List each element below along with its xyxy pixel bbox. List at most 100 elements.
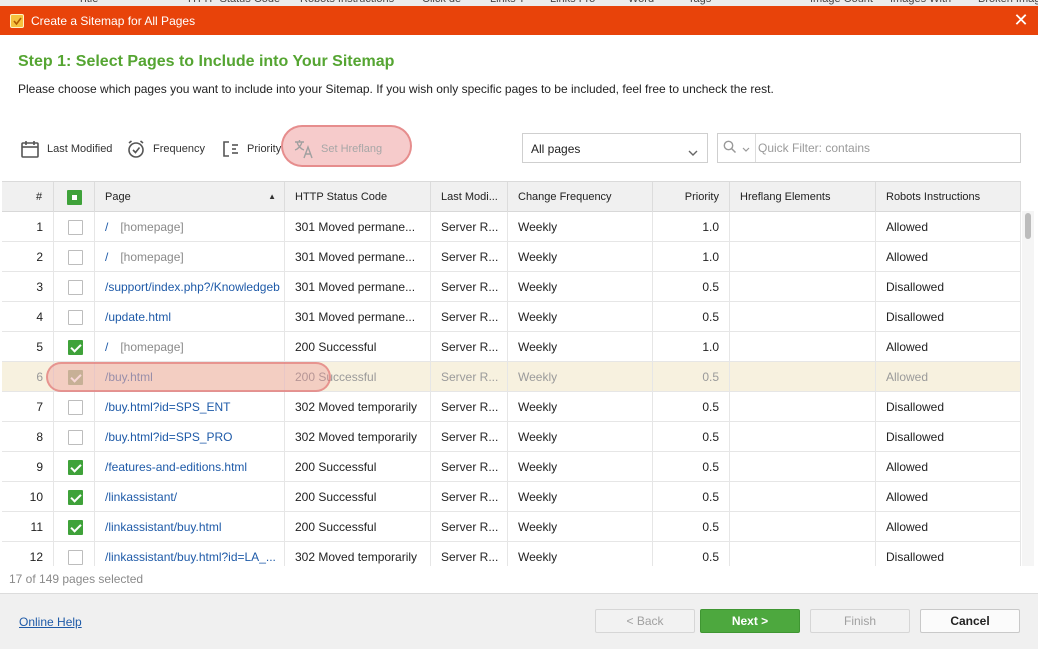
row-checkbox-cell xyxy=(54,362,95,392)
include-checkbox[interactable] xyxy=(68,430,83,445)
include-checkbox[interactable] xyxy=(68,220,83,235)
table-row[interactable]: 8/buy.html?id=SPS_PRO 302 Moved temporari… xyxy=(2,422,1021,452)
page-path[interactable]: /features-and-editions.html xyxy=(105,460,247,474)
column-header-checkbox[interactable] xyxy=(54,182,95,212)
set-hreflang-label: Set Hreflang xyxy=(321,143,383,155)
change-frequency: Weekly xyxy=(508,332,653,362)
frequency-label: Frequency xyxy=(153,143,205,155)
priority: 0.5 xyxy=(653,272,730,302)
column-header-status[interactable]: HTTP Status Code xyxy=(285,182,431,212)
table-row[interactable]: 5 / [homepage] 200 Successful Server R... Wee… xyxy=(2,332,1021,362)
table-row[interactable]: 12/linkassistant/buy.html?id=LA_... 302 M… xyxy=(2,542,1021,566)
page-path[interactable]: /buy.html?id=SPS_ENT xyxy=(105,400,231,414)
column-header-num[interactable]: # xyxy=(2,182,54,212)
include-checkbox[interactable] xyxy=(68,520,83,535)
include-checkbox[interactable] xyxy=(68,460,83,475)
page-path[interactable]: / xyxy=(105,220,108,234)
row-checkbox-cell xyxy=(54,242,95,272)
include-checkbox[interactable] xyxy=(68,280,83,295)
page-url: /linkassistant/buy.html xyxy=(95,512,285,542)
page-path[interactable]: /support/index.php?/Knowledgeb xyxy=(105,280,280,294)
change-frequency: Weekly xyxy=(508,392,653,422)
include-checkbox[interactable] xyxy=(68,340,83,355)
priority: 0.5 xyxy=(653,392,730,422)
quick-filter xyxy=(717,133,1021,163)
robots-instructions: Disallowed xyxy=(876,272,1021,302)
hreflang-elements xyxy=(730,302,876,332)
robots-instructions: Allowed xyxy=(876,362,1021,392)
online-help-link[interactable]: Online Help xyxy=(19,615,82,629)
scrollbar-thumb[interactable] xyxy=(1025,213,1031,239)
set-hreflang-button[interactable]: Set Hreflang xyxy=(293,136,382,162)
page-path[interactable]: /update.html xyxy=(105,310,171,324)
page-path[interactable]: / xyxy=(105,340,108,354)
quick-filter-input[interactable] xyxy=(758,138,1016,158)
page-url: / [homepage] xyxy=(95,242,285,272)
column-header-hreflang[interactable]: Hreflang Elements xyxy=(730,182,876,212)
close-icon[interactable]: ✕ xyxy=(1012,11,1030,29)
include-checkbox[interactable] xyxy=(68,370,83,385)
change-frequency: Weekly xyxy=(508,512,653,542)
page-path[interactable]: /linkassistant/ xyxy=(105,490,177,504)
table-row[interactable]: 7/buy.html?id=SPS_ENT 302 Moved temporari… xyxy=(2,392,1021,422)
search-options-button[interactable] xyxy=(718,134,756,162)
alarm-clock-icon xyxy=(125,138,147,160)
page-path[interactable]: / xyxy=(105,250,108,264)
table-row[interactable]: 4/update.html 301 Moved permane... Server … xyxy=(2,302,1021,332)
column-header-priority[interactable]: Priority xyxy=(653,182,730,212)
page-url: /linkassistant/buy.html?id=LA_... xyxy=(95,542,285,566)
translate-icon xyxy=(293,138,315,160)
priority: 1.0 xyxy=(653,332,730,362)
page-url: /update.html xyxy=(95,302,285,332)
priority: 1.0 xyxy=(653,212,730,242)
next-button[interactable]: Next > xyxy=(700,609,800,633)
include-checkbox[interactable] xyxy=(68,550,83,565)
hreflang-elements xyxy=(730,242,876,272)
title-bar: Create a Sitemap for All Pages ✕ xyxy=(0,6,1038,35)
column-header-page-label: Page xyxy=(105,191,131,203)
row-number: 12 xyxy=(2,542,54,566)
include-checkbox[interactable] xyxy=(68,400,83,415)
table-row[interactable]: 11/linkassistant/buy.html 200 Successful S… xyxy=(2,512,1021,542)
page-path[interactable]: /linkassistant/buy.html?id=LA_... xyxy=(105,550,276,564)
page-path[interactable]: /buy.html?id=SPS_PRO xyxy=(105,430,233,444)
include-checkbox[interactable] xyxy=(68,490,83,505)
priority-button[interactable]: Priority xyxy=(219,136,281,162)
pages-filter-select[interactable]: All pages xyxy=(522,133,708,163)
background-column-label: HTTP Status Code xyxy=(188,0,280,5)
http-status: 200 Successful xyxy=(285,512,431,542)
column-header-robots[interactable]: Robots Instructions xyxy=(876,182,1021,212)
table-row[interactable]: 10/linkassistant/200 Successful Server R.… xyxy=(2,482,1021,512)
last-modified: Server R... xyxy=(431,332,508,362)
background-column-label: Robots Instructions xyxy=(300,0,394,5)
column-header-page[interactable]: Page ▲ xyxy=(95,182,285,212)
back-button[interactable]: < Back xyxy=(595,609,695,633)
http-status: 302 Moved temporarily xyxy=(285,422,431,452)
row-checkbox-cell xyxy=(54,272,95,302)
table-row[interactable]: 3/support/index.php?/Knowledgeb 301 Moved… xyxy=(2,272,1021,302)
cancel-button[interactable]: Cancel xyxy=(920,609,1020,633)
table-row[interactable]: 9/features-and-editions.html 200 Successf… xyxy=(2,452,1021,482)
hreflang-elements xyxy=(730,272,876,302)
include-checkbox[interactable] xyxy=(68,310,83,325)
pages-filter-value: All pages xyxy=(531,142,581,156)
last-modified-button[interactable]: Last Modified xyxy=(19,136,112,162)
finish-button[interactable]: Finish xyxy=(810,609,910,633)
page-path[interactable]: /buy.html xyxy=(105,370,153,384)
last-modified: Server R... xyxy=(431,482,508,512)
select-all-checkbox[interactable] xyxy=(67,190,82,205)
frequency-button[interactable]: Frequency xyxy=(125,136,205,162)
page-path[interactable]: /linkassistant/buy.html xyxy=(105,520,222,534)
window-title: Create a Sitemap for All Pages xyxy=(31,14,196,28)
background-column-label: Word xyxy=(628,0,654,5)
column-header-last-modified[interactable]: Last Modi... xyxy=(431,182,508,212)
table-row[interactable]: 1 / [homepage] 301 Moved permane... Server R… xyxy=(2,212,1021,242)
vertical-scrollbar[interactable] xyxy=(1022,211,1034,566)
table-row[interactable]: 2 / [homepage] 301 Moved permane... Server R… xyxy=(2,242,1021,272)
column-header-frequency[interactable]: Change Frequency xyxy=(508,182,653,212)
include-checkbox[interactable] xyxy=(68,250,83,265)
page-url: /features-and-editions.html xyxy=(95,452,285,482)
table-row[interactable]: 6/buy.html 200 Successful Server R... Weekl… xyxy=(2,362,1021,392)
last-modified: Server R... xyxy=(431,242,508,272)
search-icon xyxy=(723,140,737,157)
